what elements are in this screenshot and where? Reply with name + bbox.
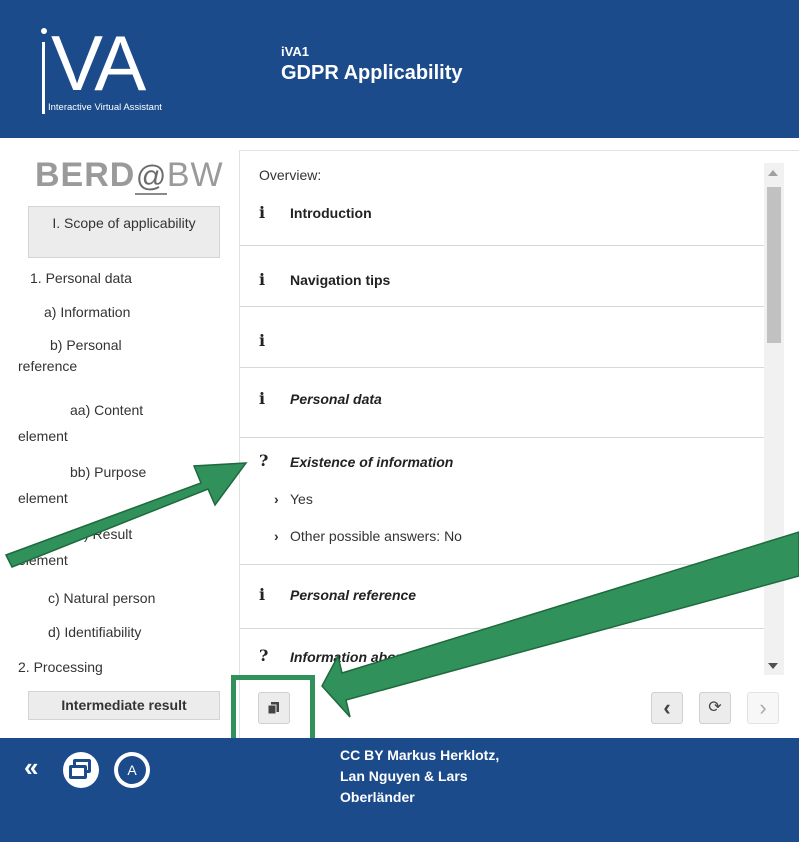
- chevron-right-icon: ›: [274, 491, 279, 507]
- logo-letters: VA: [51, 19, 146, 107]
- list-item-label: Personal data: [290, 391, 382, 407]
- sidebar-item-identifiability[interactable]: d) Identifiability: [48, 622, 141, 643]
- list-item-empty[interactable]: i: [240, 307, 770, 368]
- a-icon: A: [118, 756, 146, 784]
- chevron-left-icon: ‹: [663, 695, 671, 720]
- windows-button[interactable]: [63, 752, 99, 788]
- sidebar-item-processing[interactable]: 2. Processing: [18, 657, 103, 678]
- sidebar-item-intermediate-result[interactable]: Intermediate result: [28, 691, 220, 720]
- logo-subtitle: Interactive Virtual Assistant: [48, 102, 162, 113]
- sidebar-item-purpose-element[interactable]: bb) Purpose: [70, 462, 146, 483]
- back-button[interactable]: ‹: [651, 692, 683, 724]
- page-title: GDPR Applicability: [281, 62, 463, 84]
- info-icon: i: [259, 389, 266, 408]
- list-item-label: Personal reference: [290, 587, 417, 603]
- list-item-personal-data[interactable]: i Personal data: [240, 368, 770, 438]
- scroll-up-arrow-icon[interactable]: [768, 170, 778, 176]
- sidebar: BERD@BW I. Scope of applicability 1. Per…: [18, 150, 223, 730]
- list-item-introduction[interactable]: i Introduction: [240, 191, 770, 246]
- list-item-personal-reference[interactable]: i Personal reference: [240, 565, 770, 629]
- refresh-icon: ⟳: [708, 699, 722, 716]
- sidebar-item-personal-reference-cont[interactable]: reference: [18, 356, 77, 377]
- forward-button[interactable]: ›: [747, 692, 779, 724]
- scrollbar-thumb[interactable]: [767, 187, 781, 343]
- list-item-existence-of-information[interactable]: ? Existence of information › Yes › Other p…: [240, 438, 770, 565]
- sidebar-item-result-element[interactable]: cc) Result: [70, 524, 132, 545]
- sidebar-item-purpose-element-cont[interactable]: element: [18, 488, 68, 509]
- chevron-right-icon: ›: [759, 695, 767, 720]
- credits-text: CC BY Markus Herklotz, Lan Nguyen & Lars…: [340, 747, 500, 805]
- sidebar-item-personal-data[interactable]: 1. Personal data: [30, 268, 132, 289]
- app-id: iVA1: [281, 44, 309, 59]
- main-panel: Overview: i Introduction i Navigation ti…: [239, 150, 799, 738]
- list-item-label: Existence of information: [290, 454, 454, 470]
- berd-bw-logo: BERD@BW: [35, 156, 224, 195]
- list-item-label: Information about a person: [290, 649, 472, 665]
- answer-yes[interactable]: › Yes: [274, 491, 313, 507]
- header-bar: VA Interactive Virtual Assistant iVA1 GD…: [0, 0, 799, 138]
- highlight-box: [231, 675, 315, 744]
- accessibility-button[interactable]: A: [114, 752, 150, 788]
- info-icon: i: [259, 270, 266, 289]
- chevron-right-icon: ›: [274, 528, 279, 544]
- sidebar-item-scope[interactable]: I. Scope of applicability: [28, 206, 220, 258]
- list-item-navigation-tips[interactable]: i Navigation tips: [240, 246, 770, 307]
- question-icon: ?: [259, 451, 269, 470]
- question-icon: ?: [259, 646, 269, 665]
- reload-button[interactable]: ⟳: [699, 692, 731, 724]
- sidebar-item-content-element[interactable]: aa) Content: [70, 400, 143, 421]
- answer-other[interactable]: › Other possible answers: No: [274, 528, 462, 544]
- info-icon: i: [259, 585, 266, 604]
- sidebar-item-content-element-cont[interactable]: element: [18, 426, 68, 447]
- sidebar-item-information[interactable]: a) Information: [44, 302, 130, 323]
- list-item-label: Navigation tips: [290, 272, 391, 288]
- collapse-icon[interactable]: «: [24, 754, 38, 780]
- list-item-information-about-person[interactable]: ? Information about a person: [240, 629, 770, 669]
- iva-logo: VA Interactive Virtual Assistant: [37, 24, 237, 120]
- sidebar-item-personal-reference[interactable]: b) Personal: [50, 335, 122, 356]
- footer-bar: « A CC BY Markus Herklotz, Lan Nguyen & …: [0, 738, 799, 842]
- list-item-label: Introduction: [290, 205, 372, 221]
- info-icon: i: [259, 203, 266, 222]
- scroll-down-arrow-icon[interactable]: [768, 663, 778, 669]
- sidebar-item-result-element-cont[interactable]: element: [18, 550, 68, 571]
- overview-label: Overview:: [259, 167, 322, 183]
- info-icon: i: [259, 331, 266, 350]
- sidebar-item-natural-person[interactable]: c) Natural person: [48, 588, 155, 609]
